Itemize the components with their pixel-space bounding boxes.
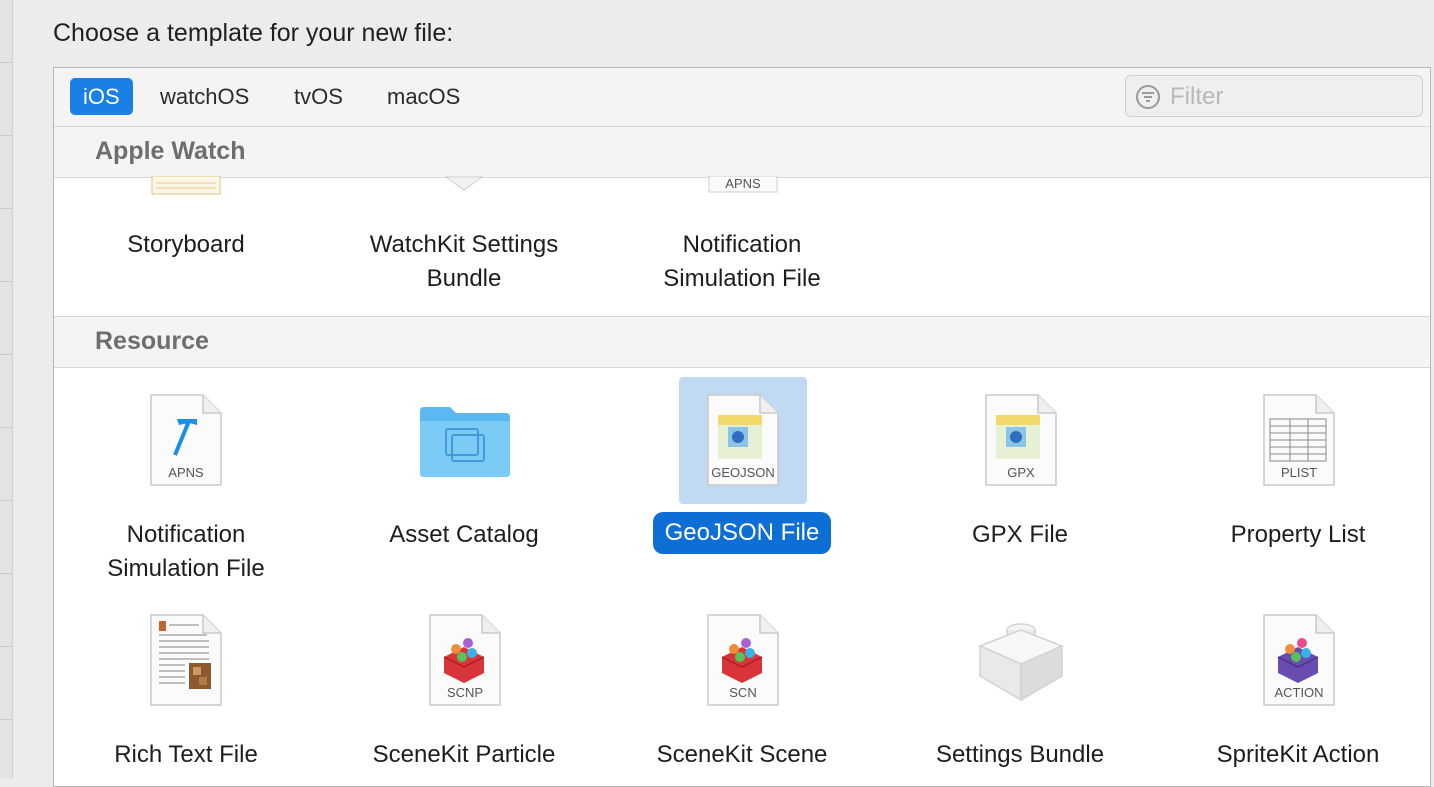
folder-icon [418, 405, 512, 484]
template-watchkit-settings-bundle[interactable]: WatchKit Settings Bundle [334, 228, 594, 296]
scn-file-icon: SCN [706, 613, 780, 712]
template-storyboard[interactable]: Storyboard [56, 228, 316, 262]
platform-toolbar: iOS watchOS tvOS macOS [54, 68, 1430, 127]
tab-tvos[interactable]: tvOS [281, 78, 356, 115]
spritekit-action-icon: ACTION [1262, 613, 1336, 712]
filter-input[interactable] [1168, 80, 1412, 114]
template-label: Notification Simulation File [663, 231, 821, 292]
icon-caption: PLIST [1281, 465, 1317, 480]
page-title: Choose a template for your new file: [53, 19, 454, 47]
template-gpx-file[interactable]: GPX File [890, 518, 1150, 552]
template-label: SpriteKit Action [1216, 741, 1380, 768]
storyboard-icon [151, 175, 221, 201]
icon-caption: GEOJSON [711, 465, 775, 480]
template-label: Property List [1230, 521, 1366, 548]
template-rich-text-file[interactable]: Rich Text File [56, 738, 316, 772]
section-title: Resource [95, 327, 209, 355]
icon-caption: GPX [1007, 465, 1035, 480]
window-edge [0, 0, 13, 778]
template-notification-simulation-file-resource[interactable]: Notification Simulation File [56, 518, 316, 586]
gpx-file-icon: GPX [984, 393, 1058, 492]
template-label: Asset Catalog [389, 521, 539, 548]
template-settings-bundle[interactable]: Settings Bundle [890, 738, 1150, 772]
icon-caption: APNS [725, 176, 761, 191]
apns-file-icon: APNS [708, 175, 778, 199]
icon-caption: SCNP [447, 685, 483, 700]
section-title: Apple Watch [95, 137, 246, 165]
tab-ios[interactable]: iOS [70, 78, 133, 115]
template-label: GeoJSON File [652, 512, 832, 554]
template-label: Storyboard [127, 231, 245, 258]
icon-caption: APNS [168, 465, 204, 480]
template-geojson-file[interactable]: GeoJSON File [612, 512, 872, 554]
icon-caption: ACTION [1274, 685, 1323, 700]
icon-caption: SCN [729, 685, 756, 700]
tab-watchos[interactable]: watchOS [147, 78, 262, 115]
template-label: WatchKit Settings Bundle [369, 231, 559, 292]
section-header-resource: Resource [54, 316, 1430, 368]
template-scenekit-particle[interactable]: SceneKit Particle [334, 738, 594, 772]
watchkit-settings-icon [444, 176, 484, 197]
template-label: SceneKit Scene [656, 741, 828, 768]
template-spritekit-action[interactable]: SpriteKit Action [1168, 738, 1428, 772]
template-label: Rich Text File [114, 741, 258, 768]
template-label: Notification Simulation File [107, 521, 265, 582]
template-label: SceneKit Particle [372, 741, 556, 768]
tab-macos[interactable]: macOS [374, 78, 473, 115]
template-notification-simulation-file[interactable]: Notification Simulation File [612, 228, 872, 296]
plist-file-icon: PLIST [1262, 393, 1336, 492]
filter-icon [1135, 84, 1161, 115]
template-asset-catalog[interactable]: Asset Catalog [334, 518, 594, 552]
template-scenekit-scene[interactable]: SceneKit Scene [612, 738, 872, 772]
template-label: Settings Bundle [935, 741, 1105, 768]
geojson-file-icon: GEOJSON [706, 393, 780, 492]
scnp-file-icon: SCNP [428, 613, 502, 712]
apns-file-icon: APNS [149, 393, 223, 492]
filter-field[interactable] [1125, 75, 1423, 117]
template-chooser: iOS watchOS tvOS macOS Apple Watch [53, 67, 1431, 787]
rich-text-file-icon [149, 613, 223, 712]
template-label: GPX File [971, 521, 1069, 548]
template-property-list[interactable]: Property List [1168, 518, 1428, 552]
section-header-apple-watch: Apple Watch [54, 126, 1430, 178]
settings-bundle-icon [974, 616, 1068, 709]
